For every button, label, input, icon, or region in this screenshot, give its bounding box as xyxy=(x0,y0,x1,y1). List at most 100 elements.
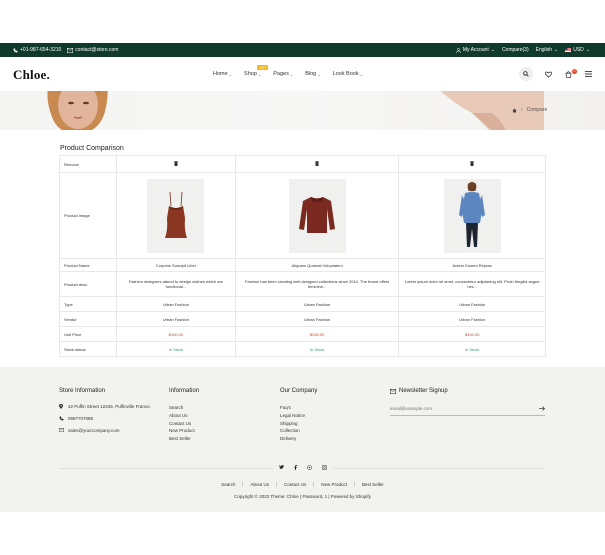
arrow-right-icon[interactable] xyxy=(539,405,545,412)
table-row: Product image xyxy=(59,172,546,259)
social-links xyxy=(273,463,333,473)
product-name[interactable]: Corporis Suscipit Liber xyxy=(116,258,236,272)
footer-link[interactable]: New Product xyxy=(169,427,259,435)
store-email[interactable]: sales@yourcompany.com xyxy=(59,428,159,434)
row-label: Product Name xyxy=(59,258,117,272)
nav-shop[interactable]: HOT Shop ⌄ xyxy=(244,65,269,77)
footer-link[interactable]: Collection xyxy=(280,427,370,435)
footer-information: Information Search About Us Contact Us N… xyxy=(169,388,259,443)
nav-blog[interactable]: Blog ⌄ xyxy=(305,71,320,77)
topbar-phone[interactable]: +01-987-654-3210 xyxy=(13,47,61,53)
chevron-down-icon: ⌄ xyxy=(257,71,262,77)
product-image-sweater[interactable] xyxy=(288,178,346,253)
table-row: Vendor Urban Fashion Urban Fashion Urban… xyxy=(59,311,546,327)
footer-link[interactable]: Contact Us xyxy=(169,420,259,428)
footer-link[interactable]: Best Seller xyxy=(169,435,259,443)
footer-link[interactable]: Legal Notice xyxy=(280,412,370,420)
store-address: 42 Puffin Street 12345, Puffinville Fran… xyxy=(59,404,159,411)
trash-icon[interactable] xyxy=(470,160,475,168)
product-desc: Fashion designers attend to design cloth… xyxy=(116,271,236,297)
footer-bottom-link[interactable]: Search xyxy=(214,482,244,487)
footer-newsletter: Newsletter Signup xyxy=(390,388,550,416)
store-address-text: 42 Puffin Street 12345, Puffinville Fran… xyxy=(68,404,151,409)
footer-bottom-link[interactable]: About Us xyxy=(243,482,277,487)
logo[interactable]: Chloe. xyxy=(13,67,50,83)
footer-bottom-link[interactable]: Best Seller xyxy=(355,482,391,487)
product-vendor: Urban Fashion xyxy=(116,311,236,327)
top-bar: +01-987-654-3210 contact@store.com My Ac… xyxy=(0,43,605,57)
nav-blog-label: Blog xyxy=(305,71,317,77)
footer-bottom-link[interactable]: Contact Us xyxy=(277,482,315,487)
home-icon[interactable] xyxy=(512,108,517,113)
product-name[interactable]: Aliquam Quaerat Voluptatem xyxy=(234,258,400,272)
newsletter-form xyxy=(390,404,545,416)
breadcrumb: › Compare xyxy=(512,107,547,113)
table-row: Stock status In Stock In Stock In Stock xyxy=(59,341,546,357)
main-header: Chloe. Home ⌄ HOT Shop ⌄ Pages ⌄ Blog ⌄ Look… xyxy=(0,57,605,91)
instagram-icon[interactable] xyxy=(322,464,327,472)
chevron-down-icon: ⌄ xyxy=(359,71,363,77)
header-icons: 0 xyxy=(519,67,593,81)
currency-selector[interactable]: USD ⌄ xyxy=(565,47,590,53)
wishlist-button[interactable] xyxy=(543,69,553,79)
chevron-down-icon: ⌄ xyxy=(490,47,495,53)
table-row: Product Name Corporis Suscipit Liber Ali… xyxy=(59,258,546,272)
cart-button[interactable]: 0 xyxy=(563,69,577,79)
product-vendor: Urban Fashion xyxy=(398,311,546,327)
footer-bottom-link[interactable]: New Product xyxy=(314,482,356,487)
phone-icon xyxy=(59,416,64,423)
product-type: Urban Fashion xyxy=(116,296,236,312)
store-phone-text: 0987707088 xyxy=(68,416,94,421)
menu-button[interactable] xyxy=(583,69,593,79)
envelope-icon xyxy=(59,428,64,434)
twitter-icon[interactable] xyxy=(279,465,284,471)
table-cell xyxy=(234,172,400,259)
main-nav: Home ⌄ HOT Shop ⌄ Pages ⌄ Blog ⌄ Look Book ⌄ xyxy=(213,65,363,77)
comparison-title: Product Comparison xyxy=(60,145,124,152)
cart-count-badge: 0 xyxy=(572,69,577,74)
product-name[interactable]: Autem Eusem Reprae xyxy=(398,258,546,272)
footer-link[interactable]: Search xyxy=(169,404,259,412)
nav-look-book[interactable]: Look Book ⌄ xyxy=(333,71,363,77)
heart-icon xyxy=(544,71,552,78)
nav-pages-label: Pages xyxy=(273,71,289,77)
footer-link[interactable]: About Us xyxy=(169,412,259,420)
trash-icon[interactable] xyxy=(173,160,178,168)
search-button[interactable] xyxy=(519,67,533,81)
footer-link[interactable]: Shipping xyxy=(280,420,370,428)
store-email-text: sales@yourcompany.com xyxy=(68,428,120,433)
newsletter-email-input[interactable] xyxy=(390,406,510,411)
product-price: $100.00 xyxy=(116,326,236,342)
nav-pages[interactable]: Pages ⌄ xyxy=(273,71,293,77)
footer-heading: Our Company xyxy=(280,388,318,394)
product-image-denim-shirt[interactable] xyxy=(443,178,501,253)
pinterest-icon[interactable] xyxy=(307,464,312,472)
store-phone[interactable]: 0987707088 xyxy=(59,416,159,423)
envelope-icon xyxy=(390,388,396,394)
compare-link[interactable]: Compare(3) xyxy=(502,47,529,53)
nav-home[interactable]: Home ⌄ xyxy=(213,71,232,77)
breadcrumb-separator: › xyxy=(521,107,523,113)
topbar-email[interactable]: contact@store.com xyxy=(67,47,118,53)
newsletter-title: Newsletter Signup xyxy=(399,388,448,394)
language-selector[interactable]: English ⌄ xyxy=(536,47,559,53)
nav-shop-label: Shop xyxy=(244,71,257,77)
map-pin-icon xyxy=(59,404,64,411)
table-row: Product desc Fashion designers attend to… xyxy=(59,271,546,297)
table-cell xyxy=(398,172,546,259)
my-account-link[interactable]: My Account ⌄ xyxy=(456,47,495,53)
nav-home-label: Home xyxy=(213,71,228,77)
footer-company: Our Company Faq's Legal Notice Shipping … xyxy=(280,388,370,443)
hamburger-icon xyxy=(584,71,592,77)
topbar-email-text: contact@store.com xyxy=(75,47,119,53)
table-row: Type Urban Fashion Urban Fashion Urban F… xyxy=(59,296,546,312)
footer-link[interactable]: Delivery xyxy=(280,435,370,443)
breadcrumb-current: Compare xyxy=(526,107,548,113)
product-vendor: Urban Fashion xyxy=(234,311,400,327)
currency-label: USD xyxy=(573,47,584,53)
trash-icon[interactable] xyxy=(315,160,320,168)
product-desc: Lorem ipsum dolor sit amet, consectetur … xyxy=(398,271,546,297)
footer-link[interactable]: Faq's xyxy=(280,404,370,412)
facebook-icon[interactable] xyxy=(294,464,297,472)
product-image-tank-top[interactable] xyxy=(147,178,205,253)
